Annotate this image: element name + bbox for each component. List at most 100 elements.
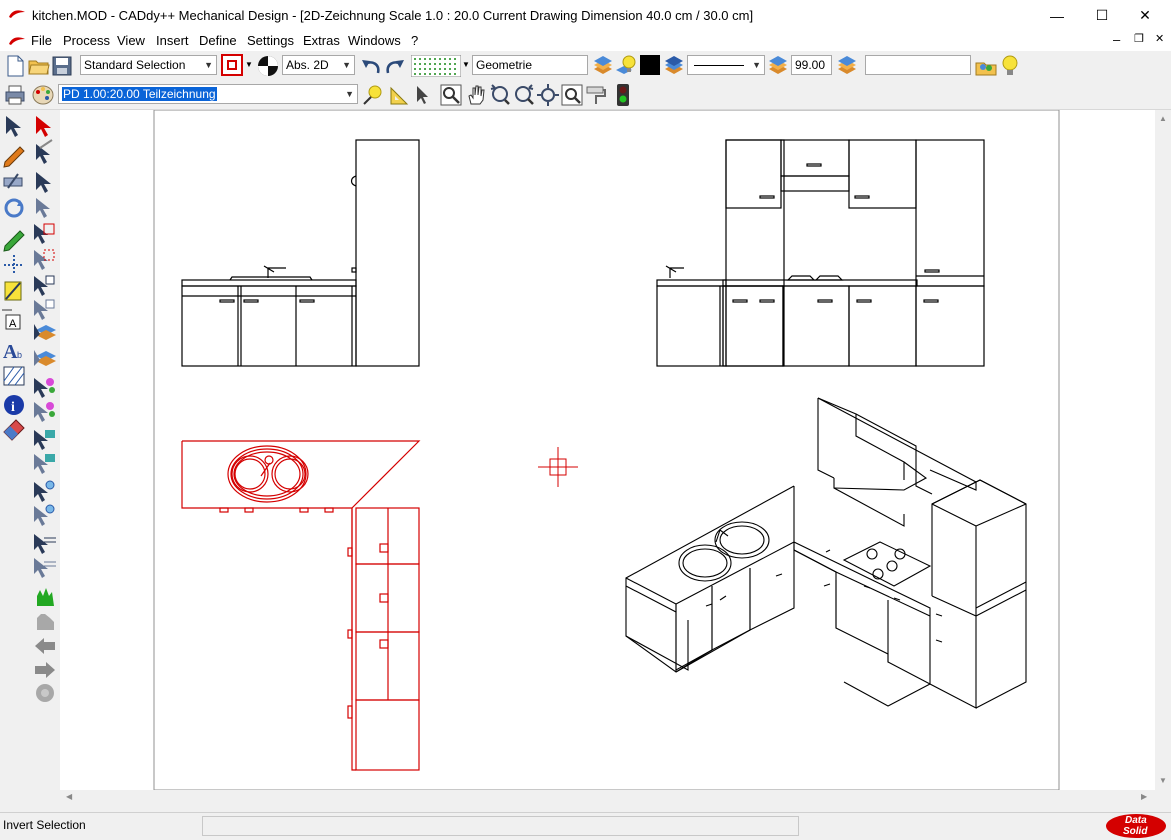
mdi-minimize-button[interactable]: – (1113, 32, 1120, 47)
coord-mode-select[interactable]: Abs. 2D ▼ (282, 55, 355, 75)
rotate-icon[interactable] (4, 198, 24, 218)
arrow-left-icon[interactable] (35, 638, 55, 654)
select-arrow-icon[interactable] (6, 116, 21, 137)
redraw-pointer-icon[interactable] (413, 84, 435, 106)
save-disk-icon[interactable] (52, 56, 72, 76)
doc-logo-icon (9, 37, 25, 45)
horizontal-scrollbar[interactable]: ◀ ▶ (60, 790, 1155, 806)
pencil-icon[interactable] (3, 146, 25, 168)
menu-settings[interactable]: Settings (247, 33, 294, 48)
line-type-select[interactable]: ▼ (687, 55, 765, 75)
open-folder-icon[interactable] (28, 56, 50, 76)
arrow-text-icon[interactable] (34, 480, 55, 502)
menu-define[interactable]: Define (199, 33, 237, 48)
chevron-down-icon: ▼ (752, 60, 761, 70)
layer-name-field[interactable]: Geometrie (472, 55, 588, 75)
arrow-stack-icon[interactable] (34, 534, 56, 554)
print-icon[interactable] (4, 84, 26, 106)
arrow-tool-icon[interactable] (36, 172, 51, 193)
yellow-measure-icon[interactable] (4, 281, 22, 301)
group-icon[interactable] (975, 55, 997, 77)
arrow-hatch-icon[interactable] (34, 430, 55, 450)
arrow-cut-icon[interactable] (36, 139, 53, 164)
menu-view[interactable]: View (117, 33, 145, 48)
gray-hand-icon[interactable] (37, 614, 54, 630)
scroll-left-icon[interactable]: ◀ (66, 792, 72, 801)
menu-windows[interactable]: Windows (348, 33, 401, 48)
traffic-light-icon[interactable] (615, 83, 631, 107)
layer-bulb-icon[interactable] (615, 54, 637, 78)
pen-style-icon[interactable] (257, 55, 279, 77)
scroll-up-icon[interactable]: ▲ (1159, 114, 1167, 123)
menu-extras[interactable]: Extras (303, 33, 340, 48)
arrow-color-icon[interactable] (34, 378, 55, 398)
arrow-pick-icon[interactable] (34, 275, 55, 296)
vertical-scrollbar[interactable]: ▲ ▼ (1155, 110, 1171, 790)
arrow-layer2-icon[interactable] (34, 350, 56, 366)
mdi-restore-button[interactable]: ❐ (1134, 32, 1144, 45)
undo-icon[interactable] (360, 56, 382, 76)
hatch-icon[interactable] (3, 366, 25, 386)
grid-snap-icon[interactable] (411, 55, 461, 77)
zoom-all-icon[interactable] (537, 84, 559, 106)
scroll-down-icon[interactable]: ▼ (1159, 776, 1167, 785)
text-a-icon[interactable]: Ab (3, 341, 22, 363)
drawing-canvas[interactable] (60, 109, 1155, 791)
arrow-color2-icon[interactable] (34, 402, 55, 422)
arrow-hatch2-icon[interactable] (34, 454, 55, 474)
arrow-stack2-icon[interactable] (34, 558, 56, 578)
arrow-text2-icon[interactable] (34, 504, 55, 526)
minimize-button[interactable]: — (1034, 0, 1080, 31)
triangle-ruler-icon[interactable] (389, 84, 411, 106)
line-type-layer-icon[interactable] (663, 55, 685, 77)
layer-stack-icon[interactable] (836, 55, 858, 77)
line-width-layer-icon[interactable] (767, 55, 789, 77)
new-file-icon[interactable] (5, 55, 25, 77)
selection-mode-select[interactable]: Standard Selection ▼ (80, 55, 217, 75)
red-arrow-icon[interactable] (36, 116, 51, 137)
arrow-red-box-icon[interactable] (34, 223, 55, 244)
arrow-move-icon[interactable] (36, 198, 50, 218)
wrench-icon[interactable] (3, 173, 23, 189)
tool-palette-icons: A Ab i (2, 116, 56, 702)
gray-circle-icon[interactable] (36, 684, 54, 702)
green-shape-icon[interactable] (37, 588, 54, 606)
status-field-2 (202, 816, 799, 836)
close-button[interactable]: ✕ (1122, 0, 1168, 31)
layer-manager-icon[interactable] (592, 55, 614, 77)
arrow-right-icon[interactable] (35, 662, 55, 678)
mdi-close-button[interactable]: ✕ (1155, 32, 1164, 45)
zoom-previous-icon[interactable] (561, 84, 583, 106)
menu-process[interactable]: Process (63, 33, 110, 48)
zoom-out-icon[interactable] (489, 84, 511, 106)
arrow-layer-icon[interactable] (34, 324, 56, 340)
palette-icon[interactable] (32, 84, 54, 106)
text-frame-icon[interactable]: A (2, 309, 21, 330)
lightbulb-icon[interactable] (999, 54, 1021, 78)
menu-file[interactable]: File (31, 33, 52, 48)
info-icon[interactable]: i (4, 395, 24, 415)
redo-icon[interactable] (384, 56, 406, 76)
pan-hand-icon[interactable] (465, 84, 487, 106)
extra-input-field[interactable] (865, 55, 971, 75)
line-width-field[interactable]: 99.00 (791, 55, 832, 75)
minimize-glyph: — (1050, 7, 1064, 24)
maximize-button[interactable]: ☐ (1079, 0, 1125, 31)
layer-color-swatch[interactable] (640, 55, 660, 75)
view-bulb-icon[interactable] (362, 84, 384, 106)
menu-insert[interactable]: Insert (156, 33, 189, 48)
grid-dropdown-icon[interactable]: ▼ (462, 60, 470, 69)
color-dropdown-icon[interactable]: ▼ (245, 60, 253, 69)
dotted-line-icon[interactable] (4, 255, 24, 275)
color-picker-button[interactable] (221, 54, 243, 76)
zoom-window-icon[interactable] (440, 84, 462, 106)
menu-help[interactable]: ? (411, 33, 418, 48)
paint-roller-icon[interactable] (585, 84, 607, 106)
view-scale-select[interactable]: PD 1.00:20.00 Teilzeichnung ▼ (58, 84, 358, 104)
green-pencil-icon[interactable] (3, 230, 25, 252)
arrow-pick2-icon[interactable] (34, 299, 55, 320)
arrow-dashed-icon[interactable] (34, 249, 55, 270)
zoom-in-icon[interactable] (513, 84, 535, 106)
eraser-icon[interactable] (3, 419, 25, 441)
scroll-right-icon[interactable]: ▶ (1141, 792, 1147, 801)
